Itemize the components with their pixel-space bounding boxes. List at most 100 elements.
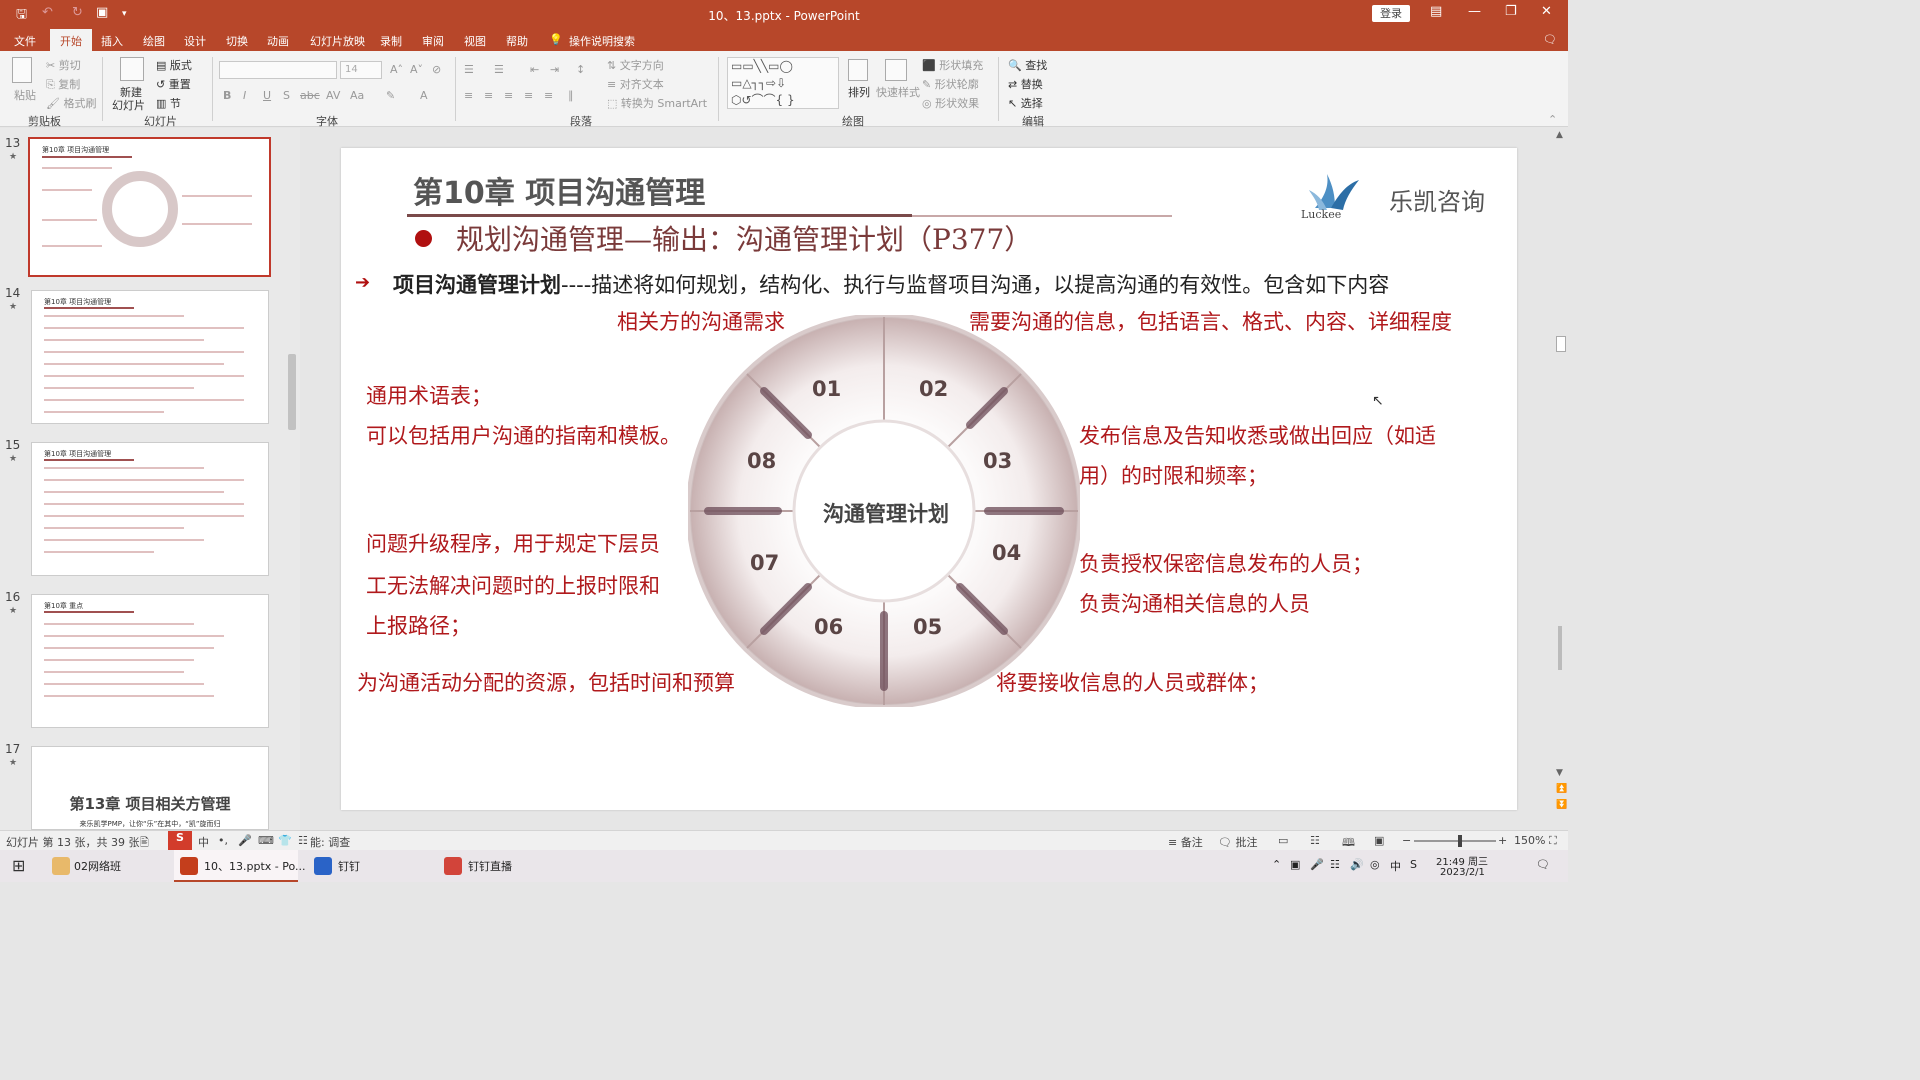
columns-icon[interactable]: ∥ [568,89,574,102]
tray-sogou-icon[interactable]: S [1410,858,1417,871]
accessibility-status[interactable]: 能: 调查 [310,834,350,850]
ime-tools-icon[interactable]: ☷ [298,834,308,847]
taskbar-item-powerpoint[interactable]: 10、13.pptx - Po... [204,858,306,874]
strike-icon[interactable]: abc [300,89,320,102]
underline-icon[interactable]: U [263,89,271,102]
tray-app-icon[interactable]: ▣ [1290,858,1300,871]
tab-animations[interactable]: 动画 [267,33,289,49]
shape-outline-button[interactable]: ✎ 形状轮廓 [922,76,979,92]
tab-home[interactable]: 开始 [50,29,92,51]
bullets-icon[interactable]: ☰ [464,63,474,76]
clear-format-icon[interactable]: ⊘ [432,63,441,76]
zoom-slider[interactable] [1414,840,1496,842]
slide-thumbnail-17[interactable]: 第13章 项目相关方管理 来乐凯学PMP，让你“乐”在其中，“凯”旋而归 [31,746,269,830]
line-spacing-icon[interactable]: ↕ [576,63,585,76]
shrink-font-icon[interactable]: A˅ [410,63,423,76]
taskbar-item-folder[interactable]: 02网络班 [74,858,121,874]
zoom-in-icon[interactable]: + [1498,834,1507,847]
thumbnail-scroll-thumb[interactable] [288,354,296,430]
previous-slide-icon[interactable]: ⏫ [1556,784,1567,794]
thumbnail-scrollbar[interactable] [286,130,298,830]
format-painter-button[interactable]: 🖌 格式刷 [46,95,96,111]
numbering-icon[interactable]: ☰ [494,63,504,76]
font-name-combo[interactable] [219,61,337,79]
zoom-slider-thumb[interactable] [1458,835,1462,847]
tray-ime-icon[interactable]: 中 [1390,858,1401,874]
arrange-icon[interactable] [848,59,868,81]
taskbar-item-dingtalk[interactable]: 钉钉 [338,858,360,874]
arrange-button[interactable]: 排列 [848,84,870,100]
shapes-gallery[interactable]: ▭▭╲╲▭◯ ▭△┐┐⇨⇩ ⬡↺⌒⌒{ } [727,57,839,109]
scroll-down-icon[interactable]: ▼ [1556,768,1563,778]
close-icon[interactable]: ✕ [1541,4,1552,19]
new-slide-label2[interactable]: 幻灯片 [112,97,145,113]
collapse-ribbon-icon[interactable]: ⌃ [1548,113,1557,126]
font-size-combo[interactable]: 14 [340,61,382,79]
text-direction-button[interactable]: ⇅ 文字方向 [607,57,664,73]
change-case-icon[interactable]: Aa [350,89,364,102]
ribbon-display-icon[interactable]: ▤ [1430,4,1442,19]
taskbar-item-dingtalk-live[interactable]: 钉钉直播 [468,858,512,874]
tab-slideshow[interactable]: 幻灯片放映 [310,33,365,49]
slide-canvas[interactable]: 第10章 项目沟通管理 Luckee 乐凯咨询 规划沟通管理—输出：沟通管理计划… [341,148,1517,810]
tray-network-icon[interactable]: ☷ [1330,858,1340,871]
align-right-icon[interactable]: ≡ [504,89,513,102]
next-slide-icon[interactable]: ⏬ [1556,800,1567,810]
scroll-up-icon[interactable]: ▲ [1556,130,1563,140]
fit-slide-icon[interactable]: ⛶ [1549,834,1557,848]
reset-button[interactable]: ↺ 重置 [156,76,191,92]
login-button[interactable]: 登录 [1372,5,1410,22]
notes-button[interactable]: ≡ 备注 [1168,834,1203,850]
ime-punct-icon[interactable]: •, [218,834,228,847]
quick-styles-button[interactable]: 快速样式 [876,84,920,100]
zoom-out-icon[interactable]: − [1402,834,1411,847]
copy-button[interactable]: ⎘ 复制 [46,76,80,92]
tray-expand-icon[interactable]: ⌃ [1272,858,1281,871]
ime-skin-icon[interactable]: 👕 [278,834,292,847]
tab-design[interactable]: 设计 [184,33,206,49]
clock-date[interactable]: 2023/2/1 [1440,867,1485,878]
ime-language[interactable]: 中 [198,834,209,850]
new-slide-icon[interactable] [120,57,144,81]
slide-thumbnail-14[interactable]: 第10章 项目沟通管理 [31,290,269,424]
normal-view-icon[interactable]: ▭ [1278,834,1288,847]
comments-button[interactable]: 🗨 批注 [1218,834,1257,850]
paste-button[interactable]: 粘贴 [14,87,36,103]
char-spacing-icon[interactable]: AV [326,89,340,102]
tab-insert[interactable]: 插入 [101,33,123,49]
font-color-icon[interactable]: A [420,89,428,102]
quick-styles-icon[interactable] [885,59,907,81]
find-button[interactable]: 🔍 查找 [1008,57,1047,73]
italic-icon[interactable]: I [243,89,246,102]
restore-icon[interactable]: ❐ [1505,4,1517,19]
tab-file[interactable]: 文件 [14,33,36,49]
windows-start-icon[interactable]: ⊞ [12,856,25,875]
tab-transitions[interactable]: 切换 [226,33,248,49]
slide-scroll-thumb[interactable] [1556,336,1566,352]
notification-icon[interactable]: 🗨 [1536,858,1550,871]
highlight-icon[interactable]: ✎ [386,89,395,102]
input-method-icon[interactable]: S [168,831,192,851]
clock-time[interactable]: 21:49 周三 [1436,853,1488,868]
replace-button[interactable]: ⇄ 替换 [1008,76,1043,92]
select-button[interactable]: ↖ 选择 [1008,95,1043,111]
shape-effects-button[interactable]: ◎ 形状效果 [922,95,979,111]
shape-fill-button[interactable]: ⬛ 形状填充 [922,57,983,73]
distributed-icon[interactable]: ≡ [544,89,553,102]
slide-thumbnail-16[interactable]: 第10章 重点 [31,594,269,728]
ime-keyboard-icon[interactable]: ⌨ [258,834,274,847]
tray-volume-icon[interactable]: 🔊 [1350,858,1364,871]
layout-button[interactable]: ▤ 版式 [156,57,192,73]
tray-mic-icon[interactable]: 🎤 [1310,858,1324,871]
minimize-icon[interactable]: — [1468,4,1481,19]
increase-indent-icon[interactable]: ⇥ [550,63,559,76]
shadow-icon[interactable]: S [283,89,290,102]
justify-icon[interactable]: ≡ [524,89,533,102]
cut-button[interactable]: ✂ 剪切 [46,57,81,73]
align-left-icon[interactable]: ≡ [464,89,473,102]
slide-thumbnail-13[interactable]: 第10章 项目沟通管理 [28,137,271,277]
tray-globe-icon[interactable]: ◎ [1370,858,1380,871]
tab-record[interactable]: 录制 [380,33,402,49]
slide-sorter-icon[interactable]: ☷ [1310,834,1320,847]
tab-view[interactable]: 视图 [464,33,486,49]
